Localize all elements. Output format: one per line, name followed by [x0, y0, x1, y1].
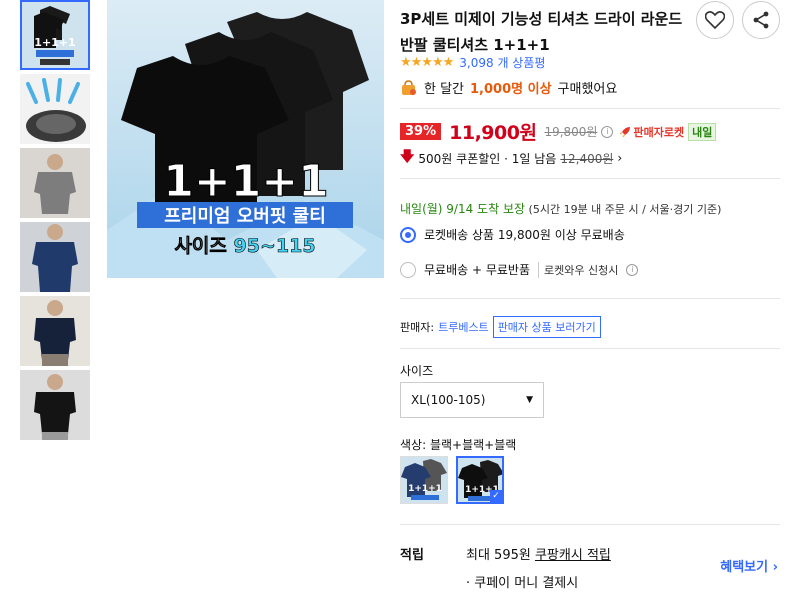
seller-rocket-badge: 판매자로켓	[619, 124, 684, 140]
divider	[400, 348, 780, 349]
thumbnail-4[interactable]	[20, 222, 90, 292]
divider	[400, 298, 780, 299]
check-icon: ✓	[490, 490, 502, 502]
svg-text:1+1+1: 1+1+1	[34, 36, 75, 49]
buyers-suffix: 구매했어요	[557, 82, 618, 97]
rating-summary[interactable]: ★★★★★ 3,098 개 상품평	[400, 54, 545, 71]
reward-label: 적립	[400, 548, 424, 563]
shipping-option-rocket[interactable]: 로켓배송 상품 19,800원 이상 무료배송	[400, 226, 625, 243]
shipping-option-free[interactable]: 무료배송 + 무료반품 로켓와우 신청시 i	[400, 261, 639, 278]
delivery-info: 내일(월) 9/14 도착 보장 (5시간 19분 내 주문 시 / 서울·경기…	[400, 200, 721, 217]
product-title: 3P세트 미제이 기능성 티셔츠 드라이 라운드 반팔 쿨티셔츠 1+1+1	[400, 10, 683, 54]
rating-stars-icon: ★★★★★	[400, 55, 454, 70]
arrival-guarantee: 내일(월) 9/14 도착 보장	[400, 202, 526, 216]
coupon-row[interactable]: 🡇 500원 쿠폰할인 · 1일 남음 12,400원 ›	[400, 146, 622, 170]
thumbnail-6[interactable]	[20, 370, 90, 440]
share-button[interactable]	[742, 1, 780, 39]
rocket-icon	[620, 126, 631, 137]
overlay-big-text: 1+1+1	[163, 156, 329, 207]
coupay-note: · 쿠페이 머니 결제시	[466, 576, 579, 591]
coupon-text: 500원 쿠폰할인 · 1일 남음	[418, 151, 557, 166]
radio-unselected[interactable]	[400, 261, 416, 278]
cash-reward-line: 최대 595원 쿠팡캐시 적립	[466, 548, 611, 563]
original-price: 19,800원	[544, 125, 598, 139]
discount-badge: 39%	[400, 123, 442, 140]
thumbnail-5[interactable]	[20, 296, 90, 366]
info-icon[interactable]: i	[626, 263, 639, 276]
size-label: 사이즈	[400, 364, 434, 378]
arrival-note: (5시간 19분 내 주문 시 / 서울·경기 기준)	[528, 203, 722, 216]
down-arrow-icon: 🡇	[400, 149, 415, 165]
caret-down-icon: ▼	[526, 395, 533, 405]
size-select-value: XL(100-105)	[411, 393, 486, 407]
overlay-line2: 사이즈 95~115	[174, 235, 315, 257]
info-icon[interactable]: i	[601, 125, 614, 138]
seller-name-link[interactable]: 트루베스트	[438, 319, 489, 335]
chevron-right-icon: ›	[617, 151, 623, 165]
shopping-bag-icon	[402, 79, 416, 95]
price-row: 39% 11,900원 19,800원 i 판매자로켓 내일	[400, 118, 717, 145]
divider	[400, 178, 780, 179]
shipping-option-free-label: 무료배송 + 무료반품	[424, 263, 531, 277]
seller-label: 판매자:	[400, 321, 435, 334]
view-benefits-link[interactable]: 혜택보기 ›	[720, 556, 778, 575]
heart-icon	[705, 11, 725, 29]
wow-note: 로켓와우 신청시	[538, 261, 618, 278]
divider	[400, 108, 780, 109]
wishlist-button[interactable]	[696, 1, 734, 39]
thumbnail-2[interactable]	[20, 74, 90, 144]
seller-row: 판매자: 트루베스트 판매자 상품 보러가기	[400, 316, 601, 338]
overlay-line1: 프리미엄 오버핏 쿨티	[164, 206, 326, 227]
product-page: 1+1+1 1+1+1 프리미엄 오버핏 쿨티 사이즈 95~115 3P세트 …	[0, 0, 800, 607]
radio-selected[interactable]	[400, 226, 416, 243]
seller-products-button[interactable]: 판매자 상품 보러가기	[492, 316, 601, 338]
sale-price: 11,900원	[449, 122, 537, 144]
purchase-stat: 한 달간 1,000명 이상 구매했어요	[400, 78, 617, 97]
coupang-cash-link[interactable]: 쿠팡캐시 적립	[535, 548, 611, 563]
size-select[interactable]: XL(100-105) ▼	[400, 382, 544, 418]
tomorrow-badge: 내일	[688, 122, 717, 141]
review-count-link[interactable]: 3,098 개 상품평	[459, 54, 545, 71]
color-swatch-black-selected[interactable]: 1+1+1 ✓	[456, 456, 504, 504]
svg-text:1+1+1: 1+1+1	[408, 484, 442, 494]
thumbnail-3[interactable]	[20, 148, 90, 218]
share-icon	[753, 11, 769, 29]
buyers-prefix: 한 달간	[424, 82, 465, 97]
main-product-image[interactable]: 1+1+1 프리미엄 오버핏 쿨티 사이즈 95~115	[107, 0, 384, 278]
thumbnail-1[interactable]: 1+1+1	[20, 0, 90, 70]
coupon-original-price: 12,400원	[560, 151, 614, 166]
color-label: 색상: 블랙+블랙+블랙	[400, 438, 517, 452]
buyers-count: 1,000명 이상	[470, 82, 552, 97]
color-swatch-navy-gray[interactable]: 1+1+1	[400, 456, 448, 504]
shipping-option-rocket-label: 로켓배송 상품 19,800원 이상 무료배송	[424, 228, 625, 242]
divider	[400, 524, 780, 525]
